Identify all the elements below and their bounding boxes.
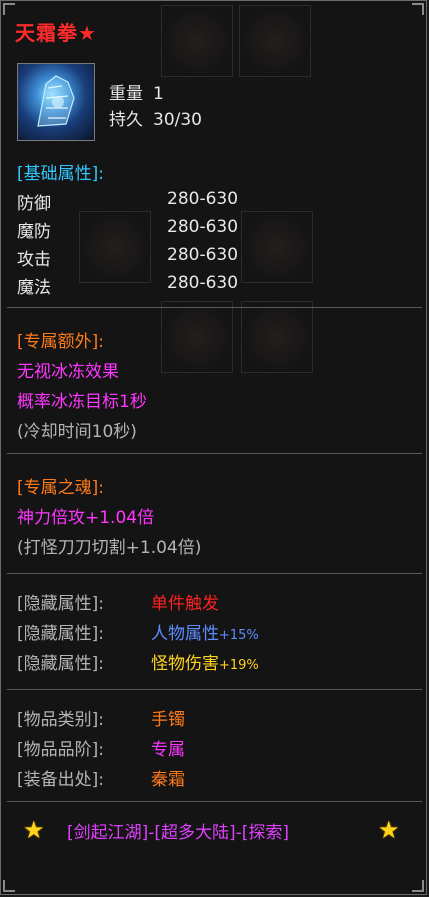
frame-corner — [3, 880, 15, 892]
frame-corner — [412, 880, 424, 892]
exclusive-extra-line3: (冷却时间10秒) — [17, 422, 137, 442]
item-info-value: 秦霜 — [151, 770, 185, 790]
durability-row: 持久 30/30 — [109, 105, 202, 130]
hidden-attr-value: 单件触发 — [151, 594, 219, 614]
star-icon: ★ — [378, 816, 400, 844]
attr-value-magic: 280-630 — [167, 273, 239, 293]
exclusive-soul-main: 神力倍攻 — [17, 508, 85, 528]
attr-value-defense: 280-630 — [167, 189, 239, 209]
hidden-attr-value: 怪物伤害 — [151, 654, 219, 674]
exclusive-soul-header: [专属之魂]: — [17, 478, 104, 498]
exclusive-extra-header: [专属额外]: — [17, 332, 104, 352]
attr-label-attack: 攻击 — [17, 250, 51, 270]
frame-corner — [412, 3, 424, 15]
exclusive-extra-line2: 概率冰冻目标1秒 — [17, 392, 147, 412]
attr-label-defense: 防御 — [17, 194, 51, 214]
star-icon: ★ — [23, 816, 45, 844]
hidden-attr-value: 人物属性 — [151, 624, 219, 644]
bg-decoration — [241, 301, 313, 373]
attr-label-magic: 魔法 — [17, 278, 51, 298]
hidden-attr-row: 怪物伤害+19% — [151, 649, 259, 674]
durability-value: 30/30 — [153, 110, 202, 130]
weight-row: 重量 1 — [109, 79, 164, 104]
exclusive-extra-line1: 无视冰冻效果 — [17, 362, 119, 382]
weight-value: 1 — [153, 84, 164, 104]
bg-decoration — [161, 301, 233, 373]
divider — [7, 801, 422, 802]
item-info-value: 专属 — [151, 740, 185, 760]
bg-decoration — [79, 211, 151, 283]
hidden-attr-bonus: +19% — [219, 658, 259, 673]
attr-value-attack: 280-630 — [167, 245, 239, 265]
weight-label: 重量 — [109, 84, 143, 104]
exclusive-soul-value: +1.04倍 — [85, 508, 155, 528]
hidden-attr-bonus: +15% — [219, 628, 259, 643]
item-info-label: [物品类别]: — [17, 710, 104, 730]
divider — [7, 307, 422, 308]
item-info-label: [装备出处]: — [17, 770, 104, 790]
attr-value-magic-defense: 280-630 — [167, 217, 239, 237]
fist-weapon-icon — [37, 75, 75, 127]
base-attrs-header: [基础属性]: — [17, 164, 104, 184]
hidden-attr-label: [隐藏属性]: — [17, 654, 104, 674]
bg-decoration — [161, 5, 233, 77]
hidden-attr-row: 人物属性+15% — [151, 619, 259, 644]
footer-text: [剑起江湖]-[超多大陆]-[探索] — [67, 823, 290, 843]
divider — [7, 689, 422, 690]
star-icon: ★ — [78, 21, 97, 45]
bg-decoration — [239, 5, 311, 77]
item-info-label: [物品品阶]: — [17, 740, 104, 760]
item-name-text: 天霜拳 — [15, 21, 78, 45]
bg-decoration — [241, 211, 313, 283]
exclusive-soul-line2: (打怪刀刀切割+1.04倍) — [17, 538, 202, 558]
durability-label: 持久 — [109, 110, 143, 130]
item-info-value: 手镯 — [151, 710, 185, 730]
attr-label-magic-defense: 魔防 — [17, 222, 51, 242]
exclusive-soul-line1: 神力倍攻+1.04倍 — [17, 503, 154, 528]
frame-corner — [3, 3, 15, 15]
item-icon[interactable] — [17, 63, 95, 141]
divider — [7, 573, 422, 574]
item-tooltip: 天霜拳★ 重量 1 持久 30/30 [基础属性]: 防御 280-630 魔防 2… — [0, 0, 427, 895]
hidden-attr-label: [隐藏属性]: — [17, 624, 104, 644]
item-name: 天霜拳★ — [15, 17, 97, 46]
divider — [7, 453, 422, 454]
hidden-attr-label: [隐藏属性]: — [17, 594, 104, 614]
